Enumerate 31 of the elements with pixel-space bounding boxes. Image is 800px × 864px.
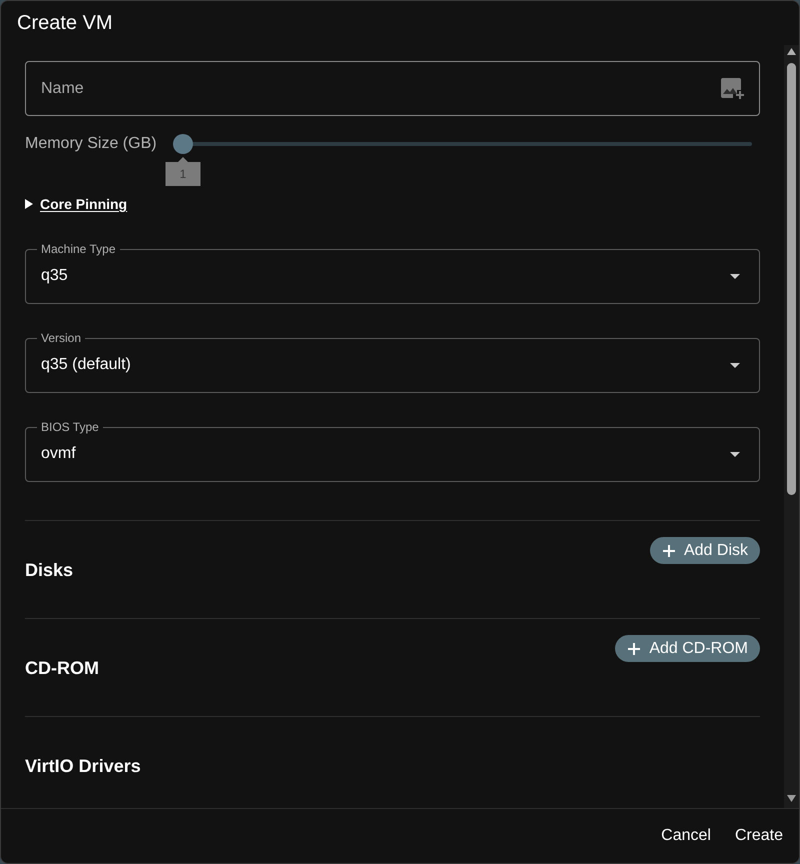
dropdown-field[interactable]: BIOS Type ovmf: [25, 421, 760, 482]
caret-icon: [730, 274, 740, 278]
scroll-up-icon[interactable]: [787, 48, 796, 55]
selected-value: q35: [41, 267, 68, 285]
add-button[interactable]: Add CD-ROM: [615, 635, 760, 662]
dropdown-field[interactable]: Version q35 (default): [25, 332, 760, 393]
selected-value: ovmf: [41, 445, 76, 463]
plus-icon: [662, 544, 675, 556]
image-plus-icon[interactable]: [721, 78, 745, 100]
slider-value-label: 1: [166, 157, 200, 186]
caret-icon: [730, 362, 740, 368]
caret-icon: [730, 452, 740, 456]
add-button[interactable]: Add Disk: [650, 537, 760, 564]
field-label: BIOS Type: [40, 421, 100, 433]
disclosure-toggle[interactable]: Core Pinning: [25, 196, 128, 212]
slider-thumb[interactable]: [173, 134, 193, 154]
section-heading: VirtIO Drivers: [25, 755, 141, 777]
text-button[interactable]: Cancel: [653, 821, 719, 851]
field-label: Version: [40, 332, 82, 344]
selected-value: q35 (default): [41, 356, 131, 374]
section-heading: CD-ROM: [25, 657, 99, 679]
scrollbar-thumb[interactable]: [787, 63, 796, 495]
dropdown-field[interactable]: Machine Type q35: [25, 243, 760, 304]
section-heading: Disks: [25, 559, 74, 581]
dialog-title: Create VM: [17, 12, 113, 34]
plus-icon: [628, 642, 640, 654]
slider-label: Memory Size (GB): [25, 135, 158, 153]
text-button[interactable]: Create: [726, 821, 791, 851]
name-field[interactable]: Name: [25, 61, 760, 116]
scroll-down-icon[interactable]: [787, 795, 796, 802]
field-label: Machine Type: [40, 243, 116, 255]
